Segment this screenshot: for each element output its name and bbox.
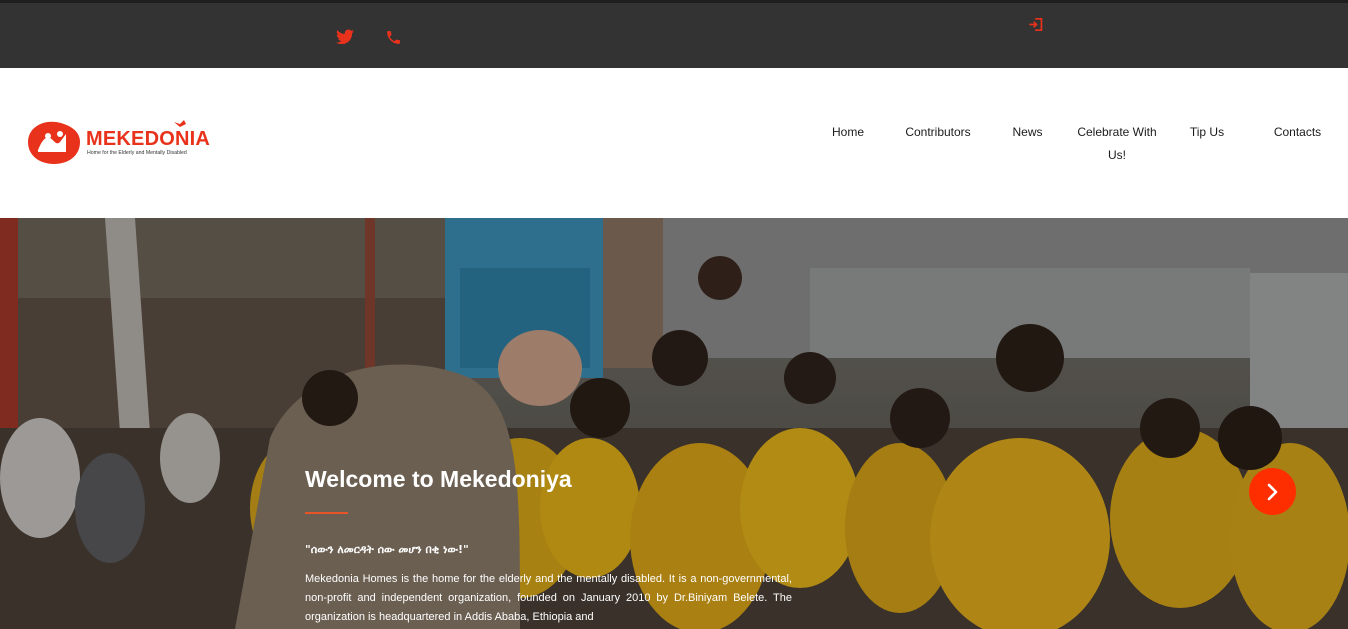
phone-icon[interactable] bbox=[385, 29, 402, 46]
hero-banner bbox=[0, 218, 1348, 629]
next-slide-button[interactable] bbox=[1249, 468, 1296, 515]
hero-description: Mekedonia Homes is the home for the elde… bbox=[305, 573, 792, 623]
chevron-right-icon bbox=[1267, 483, 1278, 501]
brand-tagline: Home for the Elderly and Mentally Disabl… bbox=[87, 150, 187, 156]
nav-celebrate-with-us[interactable]: Celebrate With Us! bbox=[1072, 121, 1162, 167]
twitter-icon[interactable] bbox=[336, 29, 354, 45]
nav-contacts[interactable]: Contacts bbox=[1271, 121, 1324, 144]
nav-tip-us[interactable]: Tip Us bbox=[1189, 121, 1225, 144]
nav-contributors[interactable]: Contributors bbox=[902, 121, 974, 144]
nav-home[interactable]: Home bbox=[831, 121, 865, 144]
hero-quote: "ሰውን ለመርዳት ሰው መሆን በቂ ነው!" bbox=[305, 543, 469, 556]
login-icon[interactable] bbox=[1028, 16, 1045, 33]
hero-title: Welcome to Mekedoniya bbox=[305, 466, 572, 492]
brand-name[interactable]: MEKEDONIA bbox=[86, 128, 210, 151]
top-bar bbox=[0, 0, 1348, 68]
hero-divider bbox=[305, 512, 348, 514]
hero-photo bbox=[0, 218, 1348, 629]
nav-news[interactable]: News bbox=[1011, 121, 1044, 144]
